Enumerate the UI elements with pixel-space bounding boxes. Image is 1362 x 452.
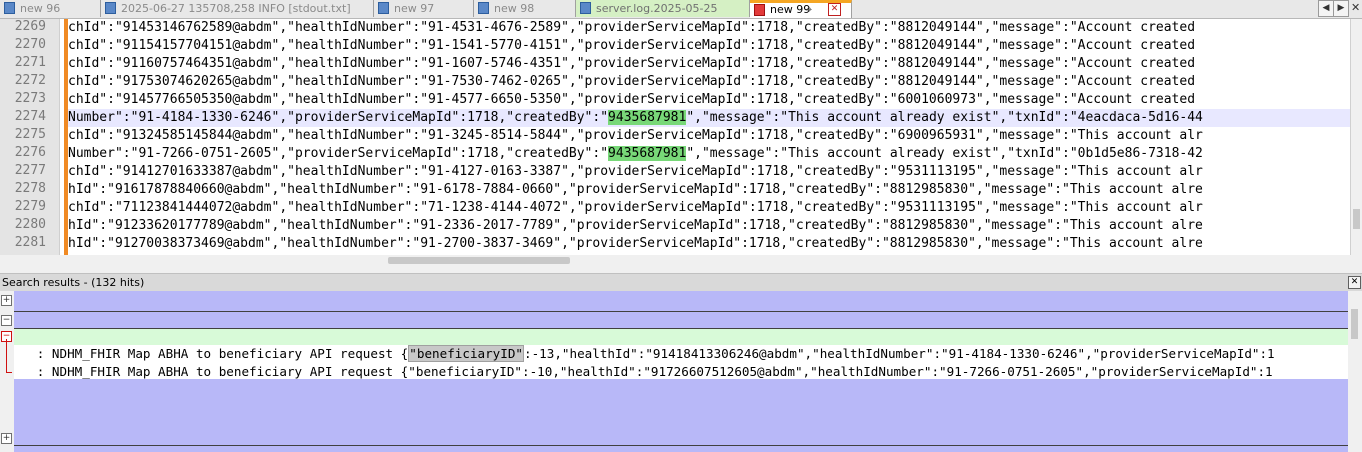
collapse-icon[interactable]: − — [1, 315, 12, 326]
code-line[interactable]: chId":"91753074620265@abdm","healthIdNum… — [68, 73, 1350, 91]
expand-icon[interactable]: + — [1, 433, 12, 444]
match-highlight: 9435687981 — [608, 110, 687, 125]
editor-horizontal-scrollbar[interactable] — [0, 255, 1350, 268]
tab-label: new 99 — [770, 3, 811, 16]
line-number: 2278 — [14, 181, 46, 196]
tab-stdout[interactable]: 2025-06-27 135708,258 INFO [stdout.txt] — [101, 0, 374, 17]
code-line[interactable]: chId":"91412701633387@abdm","healthIdNum… — [68, 163, 1350, 181]
close-panel-icon[interactable]: ✕ — [1348, 276, 1361, 289]
code-line[interactable]: Number":"91-7266-0751-2605","providerSer… — [68, 145, 1350, 163]
tab-new-98[interactable]: new 98 — [474, 0, 576, 17]
line-number: 2271 — [14, 55, 46, 70]
code-line[interactable]: chId":"91324585145844@abdm","healthIdNum… — [68, 127, 1350, 145]
file-icon — [580, 2, 591, 14]
line-number: 2269 — [14, 19, 46, 34]
close-document-icon[interactable]: ✕ — [1351, 0, 1362, 15]
code-line[interactable]: chId":"91457766505350@abdm","healthIdNum… — [68, 91, 1350, 109]
search-header-row[interactable] — [14, 446, 1348, 452]
search-term-highlight: "beneficiaryID" — [408, 345, 525, 362]
tab-new-97[interactable]: new 97 — [374, 0, 474, 17]
search-header-row[interactable] — [14, 312, 1348, 328]
search-header-row[interactable] — [14, 291, 1348, 311]
tab-label: server.log.2025-05-25 — [596, 2, 718, 15]
scroll-thumb[interactable] — [388, 257, 570, 264]
line-number: 2280 — [14, 217, 46, 232]
close-tab-icon[interactable]: ✕ — [828, 3, 841, 16]
line-number: 2272 — [14, 73, 46, 88]
tab-new-99[interactable]: new 99 ⌖ ✕ — [750, 0, 852, 18]
line-number: 2281 — [14, 235, 46, 250]
tab-scroll-right-button[interactable]: ▶ — [1333, 0, 1349, 17]
file-modified-icon — [754, 4, 765, 16]
file-header-row[interactable] — [14, 329, 1348, 345]
search-results-header: Search results - (132 hits) ✕ — [0, 273, 1362, 291]
tab-label: 2025-06-27 135708,258 INFO [stdout.txt] — [121, 2, 351, 15]
line-number: 2276 — [14, 145, 46, 160]
editor-pane[interactable]: 2269 2270 2271 2272 2273 2274 2275 2276 … — [0, 19, 1350, 255]
line-number: 2279 — [14, 199, 46, 214]
tab-bar: new 96 2025-06-27 135708,258 INFO [stdou… — [0, 0, 1362, 19]
file-icon — [105, 2, 116, 14]
line-number: 2273 — [14, 91, 46, 106]
editor-vertical-scrollbar[interactable] — [1350, 19, 1362, 255]
results-vertical-scrollbar[interactable] — [1348, 291, 1362, 452]
code-line[interactable]: chId":"91453146762589@abdm","healthIdNum… — [68, 19, 1350, 37]
scroll-thumb[interactable] — [1351, 309, 1358, 339]
code-line[interactable]: hId":"91617878840660@abdm","healthIdNumb… — [68, 181, 1350, 199]
line-number: 2270 — [14, 37, 46, 52]
file-icon — [378, 2, 389, 14]
search-header-row[interactable] — [14, 379, 1348, 445]
fold-line — [6, 372, 12, 373]
code-line[interactable]: chId":"71123841444072@abdm","healthIdNum… — [68, 199, 1350, 217]
pin-icon[interactable]: ⌖ — [806, 3, 812, 17]
code-line-current[interactable]: Number":"91-4184-1330-6246","providerSer… — [68, 109, 1350, 127]
line-number: 2275 — [14, 127, 46, 142]
search-results-title: Search results - (132 hits) — [2, 276, 145, 289]
tab-label: new 97 — [394, 2, 435, 15]
code-line[interactable]: chId":"91154157704151@abdm","healthIdNum… — [68, 37, 1350, 55]
expand-icon[interactable]: + — [1, 295, 12, 306]
tab-new-96[interactable]: new 96 — [0, 0, 101, 17]
line-number: 2274 — [14, 109, 46, 124]
tab-label: new 98 — [494, 2, 535, 15]
file-icon — [478, 2, 489, 14]
tab-server-log[interactable]: server.log.2025-05-25 — [576, 0, 750, 17]
scroll-thumb[interactable] — [1353, 209, 1360, 229]
file-icon — [4, 2, 15, 14]
match-highlight: 9435687981 — [608, 146, 687, 161]
code-line[interactable]: hId":"91233620177789@abdm","healthIdNumb… — [68, 217, 1350, 235]
fold-margin: + − − + — [0, 291, 14, 452]
fold-line — [6, 339, 7, 373]
line-number: 2277 — [14, 163, 46, 178]
search-results-panel[interactable]: : NDHM_FHIR Map ABHA to beneficiary API … — [0, 291, 1348, 452]
code-line[interactable]: hId":"91270038373469@abdm","healthIdNumb… — [68, 235, 1350, 253]
result-line[interactable]: : NDHM_FHIR Map ABHA to beneficiary API … — [14, 345, 1348, 363]
line-number-gutter: 2269 2270 2271 2272 2273 2274 2275 2276 … — [0, 19, 60, 255]
code-line[interactable]: chId":"91160757464351@abdm","healthIdNum… — [68, 55, 1350, 73]
tab-label: new 96 — [20, 2, 61, 15]
tab-scroll-left-button[interactable]: ◀ — [1318, 0, 1334, 17]
